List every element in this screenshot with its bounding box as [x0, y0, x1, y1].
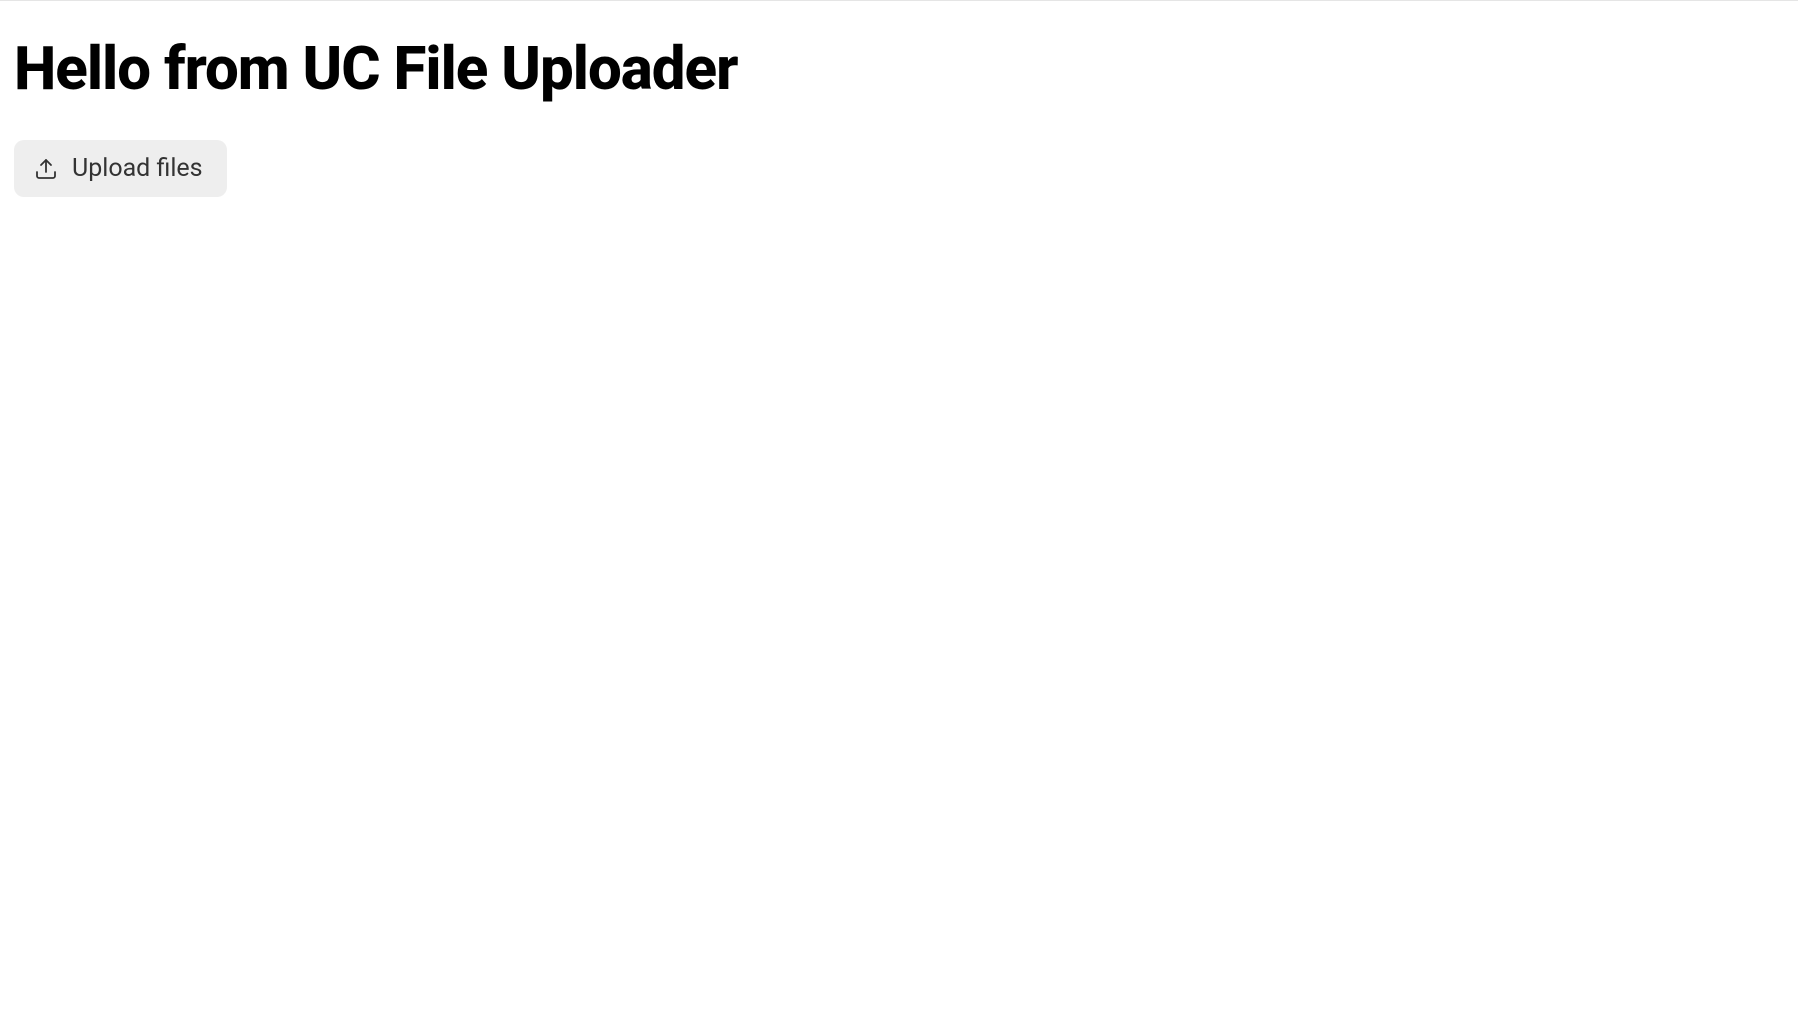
page-title: Hello from UC File Uploader: [14, 33, 1798, 104]
upload-files-button[interactable]: Upload files: [14, 140, 227, 197]
upload-button-label: Upload files: [72, 154, 203, 183]
upload-icon: [34, 157, 58, 181]
